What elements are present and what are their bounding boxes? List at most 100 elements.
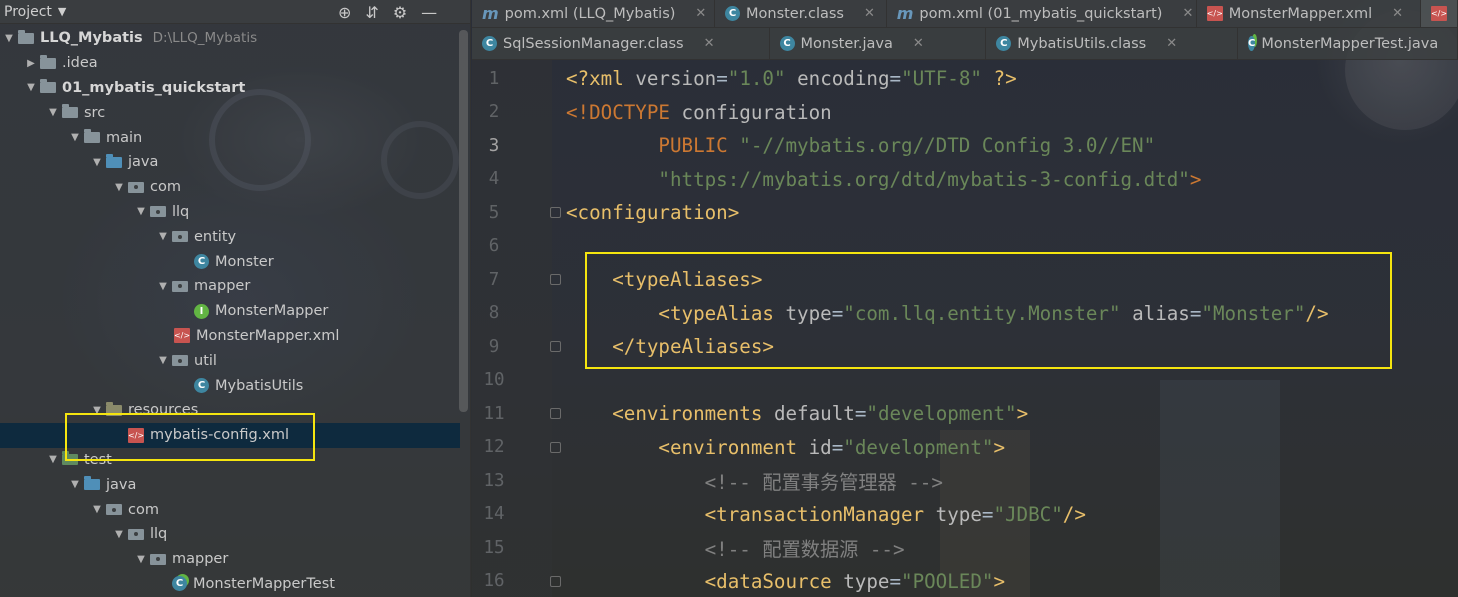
package-icon — [150, 553, 166, 565]
class-icon: C — [996, 36, 1012, 51]
folder-icon — [84, 129, 100, 144]
collapse-arrow-icon[interactable]: ▼ — [156, 231, 170, 242]
collapse-arrow-icon[interactable]: ▼ — [2, 33, 16, 44]
tree-item[interactable]: ▼ src — [0, 100, 460, 125]
tree-item[interactable]: </> MonsterMapper.xml — [0, 324, 460, 349]
code-line[interactable]: 12 <environment id="development"> — [472, 431, 1458, 465]
collapse-arrow-icon[interactable]: ▼ — [134, 206, 148, 217]
interface-icon: I — [194, 303, 209, 319]
fold-marker-icon[interactable] — [550, 408, 561, 420]
code-line[interactable]: 15 <!-- 配置数据源 --> — [472, 531, 1458, 565]
close-icon[interactable]: ✕ — [864, 6, 875, 21]
close-icon[interactable]: ✕ — [1182, 6, 1193, 21]
tree-item[interactable]: I MonsterMapper — [0, 299, 460, 324]
tree-item[interactable]: C Monster — [0, 249, 460, 274]
tree-item[interactable]: ▶ .idea — [0, 51, 460, 76]
code-editor[interactable]: 1 <?xml version="1.0" encoding="UTF-8" ?>… — [472, 60, 1458, 597]
xml-file-icon: </> — [1431, 6, 1447, 21]
collapse-arrow-icon[interactable]: ▼ — [46, 107, 60, 118]
tree-item[interactable]: ▼ com — [0, 175, 460, 200]
minimize-icon[interactable]: — — [421, 3, 437, 22]
code-line[interactable]: 10 — [472, 364, 1458, 398]
editor-tab[interactable]: m pom.xml (LLQ_Mybatis) ✕ — [472, 0, 715, 27]
tree-item[interactable]: ▼ test — [0, 448, 460, 473]
editor-tab[interactable]: C Monster.java ✕ — [770, 28, 987, 59]
tab-label: MonsterMapper.xml — [1228, 5, 1373, 22]
tree-item[interactable]: ▼ java — [0, 150, 460, 175]
editor-tab[interactable]: CMonsterMapperTest.java✕ — [1238, 28, 1458, 59]
collapse-arrow-icon[interactable]: ▼ — [112, 182, 126, 193]
tree-item[interactable]: ▼ resources — [0, 398, 460, 423]
tree-item[interactable]: ▼ llq — [0, 200, 460, 225]
fold-marker-icon[interactable] — [550, 207, 561, 219]
code-line[interactable]: 3 PUBLIC "-//mybatis.org//DTD Config 3.0… — [472, 129, 1458, 163]
code-line[interactable]: 5 <configuration> — [472, 196, 1458, 230]
editor-tab[interactable]: </> MonsterMapper.xml ✕ — [1197, 0, 1421, 27]
xml-file-icon: </> — [174, 328, 190, 344]
tree-item[interactable]: </> mybatis-config.xml — [0, 422, 460, 448]
line-number: 1 — [488, 68, 500, 89]
fold-marker-icon[interactable] — [550, 441, 561, 453]
code-line[interactable]: 9 </typeAliases> — [472, 330, 1458, 364]
tree-item[interactable]: C MonsterMapperTest — [0, 572, 460, 597]
collapse-icon[interactable]: ⇵ — [365, 3, 378, 22]
tree-item[interactable]: ▼ com — [0, 497, 460, 522]
code-line[interactable]: 8 <typeAlias type="com.llq.entity.Monste… — [472, 297, 1458, 331]
editor-tab[interactable]: m pom.xml (01_mybatis_quickstart) ✕ — [887, 0, 1197, 27]
tree-item[interactable]: ▼ 01_mybatis_quickstart — [0, 76, 460, 101]
expand-arrow-icon[interactable]: ▶ — [24, 58, 38, 69]
gear-icon[interactable]: ⚙ — [393, 3, 407, 22]
code-line[interactable]: 11 <environments default="development"> — [472, 397, 1458, 431]
tree-scrollbar[interactable] — [459, 30, 468, 412]
collapse-arrow-icon[interactable]: ▼ — [68, 132, 82, 143]
code-line[interactable]: 14 <transactionManager type="JDBC"/> — [472, 498, 1458, 532]
editor-tab[interactable]: C SqlSessionManager.class ✕ — [472, 28, 770, 59]
collapse-arrow-icon[interactable]: ▼ — [90, 157, 104, 168]
tree-item[interactable]: ▼ java — [0, 472, 460, 497]
close-icon[interactable]: ✕ — [1392, 6, 1403, 21]
tree-item[interactable]: ▼ main — [0, 125, 460, 150]
fold-marker-icon[interactable] — [550, 274, 561, 286]
fold-marker-icon[interactable] — [550, 575, 561, 587]
tree-item[interactable]: ▼ LLQ_Mybatis D:\LLQ_Mybatis — [0, 26, 460, 51]
tree-item[interactable]: C MybatisUtils — [0, 373, 460, 398]
collapse-arrow-icon[interactable]: ▼ — [90, 504, 104, 515]
tree-item[interactable]: ▼ mapper — [0, 274, 460, 299]
tree-item[interactable]: ▼ entity — [0, 224, 460, 249]
code-line[interactable]: 4 "https://mybatis.org/dtd/mybatis-3-con… — [472, 163, 1458, 197]
tree-item[interactable]: ▼ llq — [0, 522, 460, 547]
code-text: <environment id="development"> — [658, 435, 1006, 459]
collapse-arrow-icon[interactable]: ▼ — [156, 355, 170, 366]
tree-item[interactable]: ▼ mapper — [0, 547, 460, 572]
tab-label: SqlSessionManager.class — [503, 35, 684, 52]
code-line[interactable]: 6 — [472, 230, 1458, 264]
collapse-arrow-icon[interactable]: ▼ — [46, 454, 60, 465]
collapse-arrow-icon[interactable]: ▼ — [24, 82, 38, 93]
chevron-down-icon: ▼ — [57, 5, 67, 18]
resources-folder-icon — [106, 401, 122, 416]
code-line[interactable]: 2 <!DOCTYPE configuration — [472, 96, 1458, 130]
collapse-arrow-icon[interactable]: ▼ — [90, 405, 104, 416]
active-editor-tab[interactable]: </> — [1421, 0, 1458, 27]
editor-tab[interactable]: C Monster.class ✕ — [715, 0, 887, 27]
tab-label: Monster.java — [800, 35, 893, 52]
close-icon[interactable]: ✕ — [704, 36, 715, 51]
close-icon[interactable]: ✕ — [1166, 36, 1177, 51]
close-icon[interactable]: ✕ — [913, 36, 924, 51]
editor-tab[interactable]: C MybatisUtils.class ✕ — [986, 28, 1238, 59]
folder-icon — [40, 79, 56, 94]
collapse-arrow-icon[interactable]: ▼ — [112, 529, 126, 540]
fold-marker-icon[interactable] — [550, 341, 561, 353]
package-icon — [150, 206, 166, 218]
collapse-arrow-icon[interactable]: ▼ — [68, 479, 82, 490]
code-line[interactable]: 13 <!-- 配置事务管理器 --> — [472, 464, 1458, 498]
collapse-arrow-icon[interactable]: ▼ — [156, 281, 170, 292]
collapse-arrow-icon[interactable]: ▼ — [134, 554, 148, 565]
locate-icon[interactable]: ⊕ — [338, 3, 351, 22]
code-line[interactable]: 16 <dataSource type="POOLED"> — [472, 565, 1458, 597]
code-line[interactable]: 7 <typeAliases> — [472, 263, 1458, 297]
close-icon[interactable]: ✕ — [695, 6, 706, 21]
tree-item[interactable]: ▼ util — [0, 348, 460, 373]
code-line[interactable]: 1 <?xml version="1.0" encoding="UTF-8" ?> — [472, 62, 1458, 96]
project-view-selector[interactable]: Project ▼ — [4, 4, 66, 20]
